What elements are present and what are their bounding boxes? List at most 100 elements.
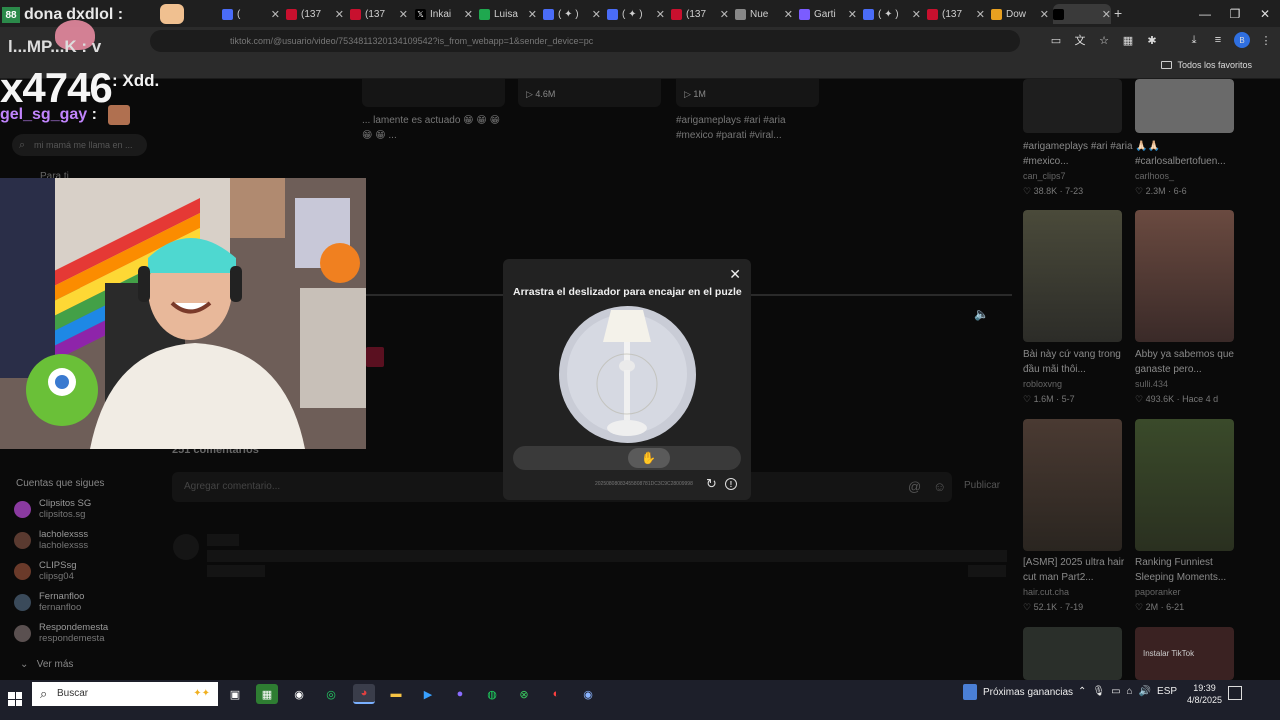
spotify-icon[interactable]: ◍ <box>481 684 503 704</box>
mention-icon[interactable]: @ <box>908 479 921 494</box>
taskbar-clock[interactable]: 19:39 4/8/2025 <box>1187 682 1222 706</box>
grid-video-caption[interactable]: Bài này cứ vang trong đầu mãi thôi... rob… <box>1023 347 1133 407</box>
tab-close-icon[interactable]: ✕ <box>528 8 537 21</box>
following-account[interactable]: Respondemesta respondemesta <box>14 622 108 644</box>
tab-close-icon[interactable]: ✕ <box>1102 8 1111 21</box>
grid-video-caption[interactable]: Abby ya sabemos que ganaste pero... sulli… <box>1135 347 1245 407</box>
tiktok-search-input[interactable]: mi mamá me llama en ... <box>12 134 147 156</box>
tray-chevron-icon[interactable]: ⌃ <box>1078 686 1086 697</box>
following-account[interactable]: Fernanfloo fernanfloo <box>14 591 84 613</box>
tab-close-icon[interactable]: ✕ <box>335 8 344 21</box>
slider-handle[interactable]: ✋ <box>627 448 670 468</box>
follow-button[interactable] <box>366 347 384 367</box>
tab-close-icon[interactable]: ✕ <box>399 8 408 21</box>
browser-tab[interactable]: ( ✦ ) ✕ <box>607 4 665 24</box>
display-icon[interactable]: ▭ <box>1111 686 1120 697</box>
following-account[interactable]: lacholexsss lacholexsss <box>14 529 88 551</box>
following-account[interactable]: Clipsitos SG clipsitos.sg <box>14 498 91 520</box>
close-window-button[interactable]: ✕ <box>1250 0 1280 27</box>
grid-video[interactable] <box>1135 210 1234 342</box>
browser-tab[interactable]: (137 ✕ <box>350 4 408 24</box>
browser-tab[interactable]: (✕ <box>222 4 280 24</box>
steam-icon[interactable]: ◉ <box>288 684 310 704</box>
notifications-icon[interactable] <box>1228 686 1242 700</box>
info-icon[interactable]: ! <box>725 478 737 490</box>
tab-close-icon[interactable]: ✕ <box>592 8 601 21</box>
captcha-slider-track[interactable]: ✋ <box>513 446 741 470</box>
all-bookmarks-button[interactable]: Todos los favoritos <box>1161 60 1252 70</box>
browser-tab[interactable]: ( ✦ ) ✕ <box>863 4 921 24</box>
video-caption[interactable]: #arigameplays #ari #aria #mexico #parati… <box>676 113 816 143</box>
browser-tab[interactable]: Dow ✕ <box>991 4 1049 24</box>
maximize-button[interactable]: ❐ <box>1220 0 1250 27</box>
tab-close-icon[interactable]: ✕ <box>848 8 857 21</box>
browser-tab[interactable]: Garti ✕ <box>799 4 857 24</box>
bookmark-star-icon[interactable]: ☆ <box>1096 32 1112 48</box>
tab-close-icon[interactable]: ✕ <box>976 8 985 21</box>
taskbar-search-input[interactable]: Buscar ✦✦ <box>32 682 218 706</box>
browser-tab[interactable]: (137 ✕ <box>927 4 985 24</box>
mic-icon[interactable]: 🎙 <box>1092 686 1105 697</box>
video-thumb[interactable]: ▷ 1M <box>676 79 819 107</box>
file-explorer-icon[interactable]: ▬ <box>385 684 407 704</box>
steam-alt-icon[interactable]: ◉ <box>577 684 599 704</box>
address-bar[interactable]: tiktok.com/@usuario/video/75348113201341… <box>150 30 1020 52</box>
grid-video[interactable] <box>1023 79 1122 133</box>
browser-tab[interactable]: Nue ✕ <box>735 4 793 24</box>
extensions-icon[interactable]: ✱ <box>1144 32 1160 48</box>
grid-video-caption[interactable]: #arigameplays #ari #aria #mexico... can_c… <box>1023 139 1133 199</box>
grid-video[interactable] <box>1023 627 1122 680</box>
close-icon[interactable]: ✕ <box>729 266 741 283</box>
emoji-icon[interactable]: ☺ <box>933 479 946 494</box>
screen-cast-icon[interactable]: ▭ <box>1048 32 1064 48</box>
browser-tab[interactable]: Luisa ✕ <box>479 4 537 24</box>
tab-close-icon[interactable]: ✕ <box>271 8 280 21</box>
profile-avatar-icon[interactable]: B <box>1234 32 1250 48</box>
tab-close-icon[interactable]: ✕ <box>1040 8 1049 21</box>
whatsapp-icon[interactable]: ◎ <box>320 684 342 704</box>
new-tab-button[interactable]: + <box>1114 5 1122 21</box>
browser-tab[interactable]: (137 ✕ <box>286 4 344 24</box>
widgets-news[interactable]: Próximas ganancias <box>963 684 1073 700</box>
publish-button[interactable]: Publicar <box>964 480 1000 491</box>
chrome-icon[interactable]: ◕ <box>353 684 375 704</box>
translate-icon[interactable]: 文 <box>1072 32 1088 48</box>
video-thumb[interactable] <box>362 79 505 107</box>
video-thumb[interactable]: ▷ 4.6M <box>518 79 661 107</box>
grid-video[interactable] <box>1135 419 1234 551</box>
minecraft-icon[interactable]: ▦ <box>256 684 278 704</box>
browser-tab[interactable]: 𝕏 Inkai ✕ <box>415 4 473 24</box>
terminal-icon[interactable]: ▶ <box>417 684 439 704</box>
tab-close-icon[interactable]: ✕ <box>656 8 665 21</box>
download-icon[interactable]: ⤓ <box>1186 32 1202 48</box>
refresh-icon[interactable]: ↻ <box>706 476 717 492</box>
discord-icon[interactable]: ● <box>449 684 471 704</box>
media-icon[interactable]: ≡ <box>1210 32 1226 48</box>
network-icon[interactable]: ⌂ <box>1127 686 1133 697</box>
grid-video-caption[interactable]: Ranking Funniest Sleeping Moments... papo… <box>1135 555 1245 615</box>
tab-close-icon[interactable]: ✕ <box>464 8 473 21</box>
tab-close-icon[interactable]: ✕ <box>720 8 729 21</box>
grid-video[interactable] <box>1023 210 1122 342</box>
language-indicator[interactable]: ESP <box>1157 686 1177 697</box>
menu-kebab-icon[interactable]: ⋮ <box>1258 32 1274 48</box>
obs-icon[interactable]: ◐ <box>545 684 567 704</box>
grid-video-caption[interactable]: 🙏🏻🙏🏻 #carlosalbertofuen... carlhoos_ ♡ 2.3… <box>1135 139 1245 199</box>
following-account[interactable]: CLIPSsg clipsg04 <box>14 560 77 582</box>
grid-video[interactable] <box>1023 419 1122 551</box>
browser-tab[interactable]: ✕ <box>1053 4 1111 24</box>
grid-video-caption[interactable]: [ASMR] 2025 ultra hair cut man Part2... h… <box>1023 555 1133 615</box>
extension-badge-icon[interactable]: ▦ <box>1120 32 1136 48</box>
volume-icon[interactable]: 🔈 <box>974 307 989 321</box>
install-tiktok-button[interactable]: Instalar TikTok <box>1143 649 1194 658</box>
grid-video[interactable] <box>1135 79 1234 133</box>
minimize-button[interactable]: — <box>1190 0 1220 27</box>
volume-tray-icon[interactable]: 🔊 <box>1139 686 1151 697</box>
ver-mas-button[interactable]: ⌄ Ver más <box>20 659 73 670</box>
windows-start-icon[interactable] <box>8 692 22 706</box>
browser-tab[interactable]: ( ✦ ) ✕ <box>543 4 601 24</box>
browser-tab[interactable]: (137 ✕ <box>671 4 729 24</box>
video-caption[interactable]: ... lamente es actuado 😁 😁 😁 😁 😁 ... <box>362 113 502 143</box>
task-view-icon[interactable]: ▣ <box>224 684 246 704</box>
tab-close-icon[interactable]: ✕ <box>912 8 921 21</box>
